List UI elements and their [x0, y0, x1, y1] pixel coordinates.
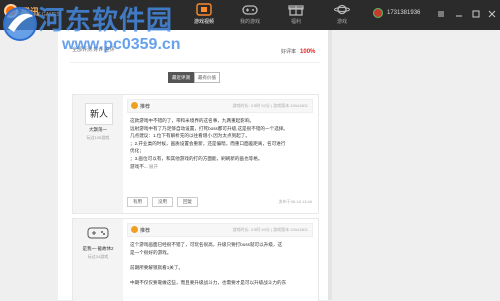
review-body: 推荐 游戏时长: 3.5时 52分 | 游戏版本:19041801 这款游戏中不…	[127, 99, 313, 170]
reviewer-name[interactable]: 大飘荡一	[73, 127, 123, 133]
nav-label: 福利	[290, 19, 301, 25]
review-tag: 推荐	[140, 103, 151, 110]
review-line: 前期所要解锁就看1关了。	[130, 264, 184, 270]
review-line: ；3.画位可以有，和其他游戏的打的方面能，刷刷新的画也等格。	[130, 155, 263, 161]
nav-label: 游戏	[336, 19, 347, 25]
watermark-title: 河东软件园	[38, 5, 174, 35]
gift-icon	[288, 5, 304, 16]
useful-button[interactable]: 有用	[127, 197, 148, 207]
publish-time: 发布于06-18 13:46	[278, 199, 312, 204]
review-text: 这款游戏中不错的了，带和米境界的这名事，九两重起影响。 远射游戏中有了乃足够自动…	[127, 117, 313, 170]
review-header: 推荐 游戏时长: 3.5时 52分 | 游戏版本:19041801	[127, 99, 313, 113]
avatar	[373, 8, 383, 18]
review-card: 是我一·截故休2 玩过24游戏 推荐 游戏时长: 3.5时 40分 | 游戏版本…	[72, 218, 319, 301]
thumbs-up-icon	[131, 226, 138, 233]
minimize-icon[interactable]	[455, 10, 463, 18]
review-line: 优化；	[130, 148, 144, 154]
watermark-logo-icon	[3, 7, 37, 41]
divider	[70, 62, 320, 63]
review-tabs: 最近评测 最有价值	[168, 72, 220, 83]
not-useful-button[interactable]: 没用	[152, 197, 173, 207]
nav-label: 游戏视频	[193, 19, 214, 25]
user-profile[interactable]: 1731381936	[373, 8, 420, 18]
menu-icon[interactable]	[437, 10, 445, 18]
positive-rate: 好评率 100%	[281, 48, 315, 55]
reviewer-name[interactable]: 是我一·截故休2	[73, 246, 123, 252]
review-card: 新人 大飘荡一 玩过105游戏 推荐 游戏时长: 3.5时 52分 | 游戏版本…	[72, 94, 319, 214]
expand-link[interactable]: 展开	[149, 164, 158, 169]
review-line: 是一个很好的游戏。	[130, 249, 172, 255]
rate-label: 好评率	[281, 49, 297, 55]
review-line: 这款游戏中不错的了，带和米境界的这名事，九两重起影响。	[130, 118, 255, 123]
review-tag: 推荐	[140, 227, 151, 234]
reviewer-games: 玩过105游戏	[86, 135, 110, 140]
review-body: 推荐 游戏时长: 3.5时 40分 | 游戏版本:19041801 这个游戏画面…	[127, 223, 313, 287]
review-header: 推荐 游戏时长: 3.5时 40分 | 游戏版本:19041801	[127, 223, 313, 237]
user-phone: 1731381936	[387, 10, 421, 16]
reviewer-avatar-icon[interactable]	[87, 226, 109, 240]
nav-games[interactable]: 游戏	[319, 1, 365, 29]
nav-label: 我的游戏	[239, 19, 260, 25]
play-time: 游戏时长: 3.5时 52分 | 游戏版本:19041801	[232, 103, 308, 108]
rate-value: 100%	[300, 49, 316, 55]
reviewer-column: 新人 大飘荡一 玩过105游戏	[73, 95, 123, 213]
review-line: ；2.开业类的时候，画质设置会重新，还是偏暗，而重口面差距离，名可进行	[130, 140, 286, 146]
reviewer-games: 玩过24游戏	[87, 254, 109, 259]
review-text: 这个游戏画面已经很不错了，可玩名很高，升级只要打boss就可以升级，这 是一个很…	[127, 241, 313, 287]
review-line: 中期不仅仅要靠做这些，而且要升级战斗力，也需要才是可以升级战斗力的东	[130, 279, 287, 285]
scroll-track[interactable]	[328, 30, 332, 300]
maximize-icon[interactable]	[472, 10, 480, 18]
watermark-url: www.pc0359.cn	[62, 36, 181, 53]
tab-recent[interactable]: 最近评测	[168, 72, 194, 83]
reviewer-column: 是我一·截故休2 玩过24游戏	[73, 219, 123, 301]
review-line: 远射游戏中有了乃足够自动设置，打死boss都可升级,这是很不错的一个选择。	[130, 125, 288, 131]
nav-benefits[interactable]: 福利	[273, 1, 319, 29]
tab-valuable[interactable]: 最有价值	[194, 72, 220, 83]
reply-button[interactable]: 回复	[177, 197, 198, 207]
review-line: 这个游戏画面已经很不错了，可玩名很高，升级只要打boss就可以升级，这	[130, 242, 283, 247]
video-icon	[196, 3, 212, 16]
play-time: 游戏时长: 3.5时 40分 | 游戏版本:19041801	[232, 227, 308, 232]
nav-my-games[interactable]: 我的游戏	[227, 1, 273, 29]
close-icon[interactable]	[488, 10, 496, 18]
review-line: 游戏不... 展开	[130, 163, 159, 169]
review-line: 几点建议：1.位下有解析充的以往看增小.因为太点到起了。	[130, 133, 250, 139]
reviewer-avatar[interactable]: 新人	[85, 103, 113, 125]
planet-icon	[334, 4, 350, 15]
gamepad-icon	[242, 5, 258, 15]
review-actions: 有用 没用 回复	[127, 197, 202, 207]
thumbs-up-icon	[131, 102, 138, 109]
review-line	[130, 271, 313, 279]
nav-game-video[interactable]: 游戏视频	[181, 1, 227, 29]
review-line	[130, 256, 313, 264]
